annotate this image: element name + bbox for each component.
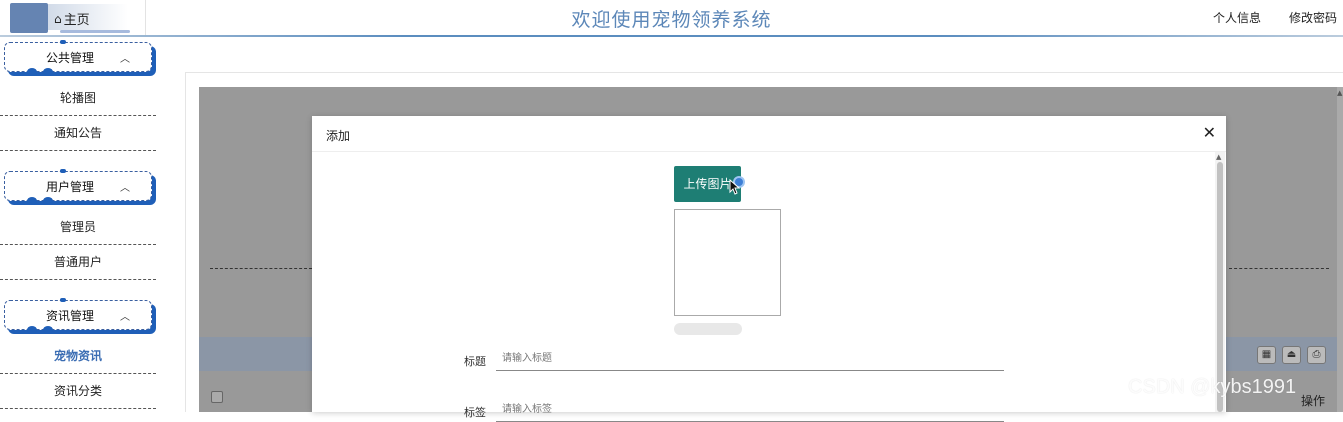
user-menu: 个人信息 修改密码 — [1213, 9, 1337, 26]
row-checkbox[interactable] — [211, 391, 223, 403]
sidebar-item-admin[interactable]: 管理员 — [0, 210, 156, 245]
image-preview — [674, 209, 781, 316]
dialog-scrollbar[interactable] — [1215, 152, 1225, 412]
cursor-icon — [729, 179, 741, 195]
title-input[interactable] — [496, 347, 1004, 371]
top-header: ⌂ 主页 欢迎使用宠物领养系统 个人信息 修改密码 — [0, 0, 1343, 38]
page-title: 欢迎使用宠物领养系统 — [571, 9, 772, 31]
sidebar-group-label: 公共管理 — [45, 50, 94, 65]
dialog-header: 添加 ✕ — [312, 116, 1226, 152]
table-toolbar: ▦ ⏏ ⎙ — [1257, 346, 1326, 364]
sidebar: 公共管理 ︿ 轮播图 通知公告 用户管理 ︿ 管理员 普通用户 资讯管理 ︿ 宠… — [0, 38, 160, 412]
sidebar-group-label: 用户管理 — [45, 179, 94, 194]
chevron-up-icon: ︿ — [120, 53, 130, 65]
add-dialog: 添加 ✕ ▲ 上传图片 标题 标签 — [312, 116, 1226, 422]
tag-input[interactable] — [496, 398, 1004, 422]
tag-label: 标签 — [464, 406, 486, 419]
sidebar-item-carousel[interactable]: 轮播图 — [0, 81, 156, 116]
scrollbar-thumb[interactable] — [1217, 162, 1223, 412]
sidebar-item-notice[interactable]: 通知公告 — [0, 116, 156, 151]
operation-header: 操作 — [1300, 394, 1325, 408]
sidebar-item-news-category[interactable]: 资讯分类 — [0, 374, 156, 409]
chevron-up-icon: ︿ — [120, 182, 130, 194]
sidebar-group-news[interactable]: 资讯管理 ︿ — [4, 298, 152, 334]
change-password-link[interactable]: 修改密码 — [1289, 9, 1337, 26]
sidebar-item-pet-news[interactable]: 宠物资讯 — [0, 339, 156, 374]
sidebar-group-users[interactable]: 用户管理 ︿ — [4, 169, 152, 205]
scroll-up-icon[interactable]: ▲ — [1337, 89, 1342, 97]
upload-progress — [674, 323, 742, 335]
profile-link[interactable]: 个人信息 — [1213, 9, 1261, 26]
sidebar-group-label: 资讯管理 — [45, 308, 94, 323]
header-underline — [0, 35, 1343, 37]
dialog-title: 添加 — [326, 129, 351, 143]
scroll-up-icon[interactable]: ▲ — [1216, 153, 1221, 161]
columns-icon[interactable]: ▦ — [1257, 346, 1276, 364]
sidebar-item-normal-user[interactable]: 普通用户 — [0, 245, 156, 280]
divider — [1229, 268, 1329, 269]
close-icon[interactable]: ✕ — [1203, 123, 1216, 142]
page-scrollbar[interactable] — [1337, 87, 1343, 412]
print-icon[interactable]: ⎙ — [1307, 346, 1326, 364]
chevron-up-icon: ︿ — [120, 311, 130, 323]
divider — [210, 268, 312, 269]
watermark: CSDN @kybs1991 — [1128, 376, 1297, 398]
title-label: 标题 — [464, 355, 486, 368]
sidebar-group-public[interactable]: 公共管理 ︿ — [4, 40, 152, 76]
export-icon[interactable]: ⏏ — [1282, 346, 1301, 364]
